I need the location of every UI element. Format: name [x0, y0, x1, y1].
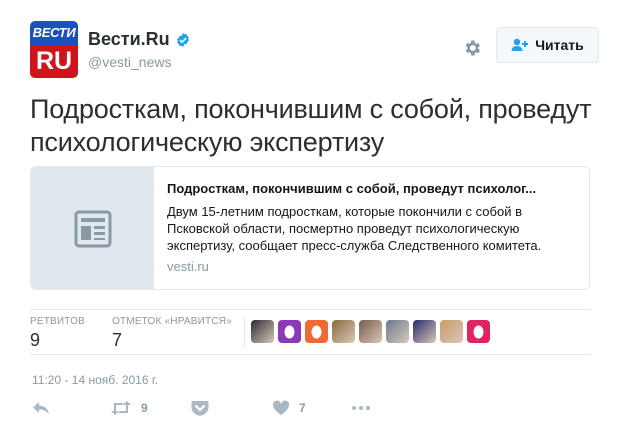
- account-handle[interactable]: @vesti_news: [88, 54, 191, 70]
- retweets-count: 9: [30, 330, 41, 350]
- account-avatar[interactable]: ВЕСТИ RU: [30, 21, 78, 78]
- account-names: Вести.Ru @vesti_news: [88, 29, 191, 70]
- verified-badge-icon: [176, 32, 189, 47]
- account-name[interactable]: Вести.Ru: [88, 29, 170, 50]
- retweet-button[interactable]: 9: [110, 400, 148, 416]
- follow-button-label: Читать: [535, 37, 584, 53]
- add-user-icon: [511, 38, 529, 51]
- tweet-actions: 9 7: [30, 400, 590, 422]
- pocket-button[interactable]: [191, 400, 209, 416]
- link-card[interactable]: Подросткам, покончившим с собой, проведу…: [30, 166, 590, 290]
- more-icon: [352, 406, 370, 410]
- liker-avatars: [251, 320, 490, 343]
- card-media: [31, 167, 154, 289]
- liker-avatar[interactable]: [413, 320, 436, 343]
- gear-icon[interactable]: [462, 38, 482, 58]
- liker-avatar[interactable]: [440, 320, 463, 343]
- more-button[interactable]: [351, 400, 371, 416]
- card-domain[interactable]: vesti.ru: [167, 259, 577, 274]
- likes-stat[interactable]: ОТМЕТОК «НРАВИТСЯ» 7: [112, 316, 232, 351]
- pocket-icon: [191, 401, 209, 416]
- stats-divider: [244, 318, 245, 348]
- retweets-stat[interactable]: РЕТВИТОВ 9: [30, 316, 85, 351]
- retweet-icon: [111, 401, 131, 415]
- liker-avatar[interactable]: [332, 320, 355, 343]
- reply-button[interactable]: [32, 400, 50, 416]
- card-description: Двум 15-летним подросткам, которые покон…: [167, 204, 542, 253]
- tweet-header: ВЕСТИ RU Вести.Ru @vesti_news Читать: [30, 21, 599, 81]
- tweet-timestamp[interactable]: 11:20 - 14 нояб. 2016 г.: [32, 373, 158, 387]
- liker-avatar[interactable]: [467, 320, 490, 343]
- liker-avatar[interactable]: [359, 320, 382, 343]
- likes-label: ОТМЕТОК «НРАВИТСЯ»: [112, 316, 232, 327]
- article-icon: [74, 210, 111, 248]
- tweet-text: Подросткам, покончившим с собой, проведу…: [30, 94, 592, 157]
- follow-button[interactable]: Читать: [496, 27, 599, 63]
- like-count: 7: [299, 401, 306, 415]
- heart-icon: [272, 400, 290, 415]
- logo-top-text: ВЕСТИ: [30, 21, 78, 45]
- like-button[interactable]: 7: [272, 400, 306, 416]
- tweet-stats: РЕТВИТОВ 9 ОТМЕТОК «НРАВИТСЯ» 7: [30, 309, 590, 355]
- reply-icon: [33, 402, 49, 415]
- retweet-count: 9: [141, 401, 148, 415]
- card-title[interactable]: Подросткам, покончившим с собой, проведу…: [167, 180, 577, 198]
- likes-count: 7: [112, 330, 123, 350]
- liker-avatar[interactable]: [251, 320, 274, 343]
- retweets-label: РЕТВИТОВ: [30, 316, 86, 327]
- liker-avatar[interactable]: [386, 320, 409, 343]
- liker-avatar[interactable]: [278, 320, 301, 343]
- logo-bottom-text: RU: [30, 45, 78, 78]
- liker-avatar[interactable]: [305, 320, 328, 343]
- card-body: Подросткам, покончившим с собой, проведу…: [167, 180, 577, 274]
